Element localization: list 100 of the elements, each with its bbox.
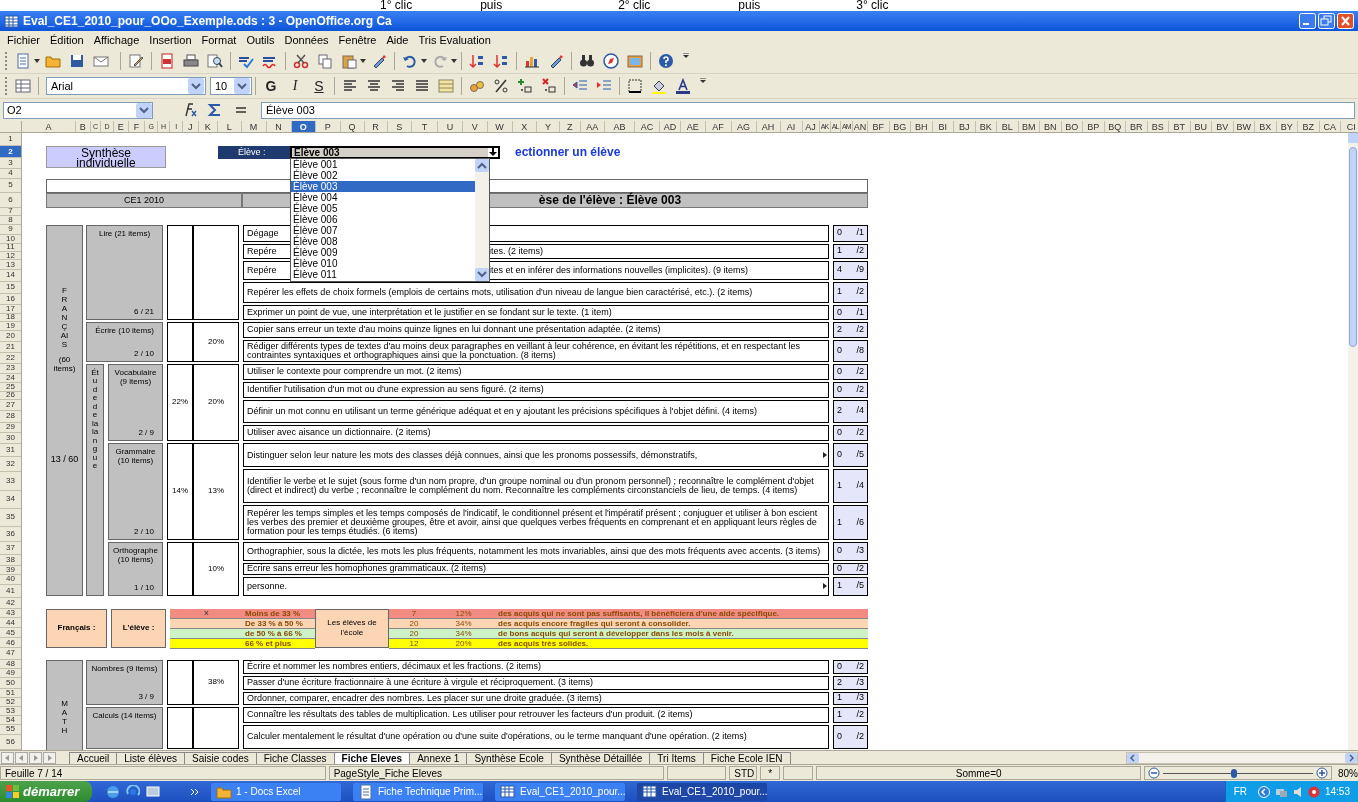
row-header[interactable]: 19 bbox=[0, 322, 21, 331]
dropdown-option[interactable]: Élève 006 bbox=[291, 214, 475, 225]
font-color-icon[interactable] bbox=[675, 78, 691, 94]
taskbar-window[interactable]: Eval_CE1_2010_pour... bbox=[495, 782, 625, 801]
background-color-icon[interactable] bbox=[651, 78, 667, 94]
column-header[interactable]: BI bbox=[932, 121, 954, 132]
column-header[interactable]: R bbox=[364, 121, 388, 132]
caret-icon[interactable] bbox=[450, 57, 458, 65]
menu-item[interactable]: Affichage bbox=[88, 31, 145, 49]
percent-icon[interactable] bbox=[493, 78, 509, 94]
column-header[interactable]: BF bbox=[868, 121, 890, 132]
dropdown-option[interactable]: Élève 008 bbox=[291, 236, 475, 247]
row-header[interactable]: 31 bbox=[0, 443, 21, 457]
menu-item[interactable]: Aide bbox=[381, 31, 414, 49]
zoom-slider-thumb[interactable] bbox=[1230, 768, 1237, 778]
column-header[interactable]: E bbox=[113, 121, 129, 132]
scroll-up-icon[interactable] bbox=[475, 159, 489, 172]
row-header[interactable]: 5 bbox=[0, 178, 21, 193]
formula-input[interactable]: Élève 003 bbox=[261, 101, 1355, 119]
column-header[interactable]: AA bbox=[580, 121, 605, 132]
column-header[interactable]: B bbox=[76, 121, 91, 132]
sheet-tab[interactable]: Saisie codes bbox=[184, 751, 257, 765]
align-center-icon[interactable] bbox=[366, 78, 382, 94]
scroll-left-icon[interactable] bbox=[1127, 752, 1139, 763]
minimize-button[interactable] bbox=[1299, 13, 1316, 29]
row-header[interactable]: 33 bbox=[0, 472, 21, 491]
row-header[interactable]: 45 bbox=[0, 628, 21, 638]
font-size-field[interactable]: 10 bbox=[210, 77, 252, 95]
taskbar-window[interactable]: Fiche Technique Prim... bbox=[353, 782, 483, 801]
column-header[interactable]: AJ bbox=[802, 121, 820, 132]
column-header[interactable]: BK bbox=[975, 121, 997, 132]
dropdown-arrow-icon[interactable] bbox=[488, 148, 498, 157]
dropdown-option[interactable]: Élève 009 bbox=[291, 247, 475, 258]
vertical-scrollbar[interactable] bbox=[1348, 133, 1358, 750]
row-header[interactable]: 50 bbox=[0, 678, 21, 689]
column-header[interactable]: BX bbox=[1255, 121, 1277, 132]
row-header[interactable]: 54 bbox=[0, 715, 21, 725]
caret-icon[interactable] bbox=[420, 57, 428, 65]
row-header[interactable]: 36 bbox=[0, 526, 21, 542]
column-header[interactable]: BH bbox=[911, 121, 933, 132]
row-header[interactable]: 13 bbox=[0, 260, 21, 270]
currency-icon[interactable] bbox=[469, 78, 485, 94]
sheet-tab[interactable]: Annexe 1 bbox=[409, 751, 468, 765]
row-header[interactable]: 6 bbox=[0, 193, 21, 208]
messenger-icon[interactable] bbox=[1307, 785, 1320, 798]
row-header[interactable]: 51 bbox=[0, 688, 21, 698]
column-header[interactable]: AN bbox=[853, 121, 868, 132]
edit-file-icon[interactable] bbox=[128, 53, 144, 69]
column-header[interactable]: K bbox=[198, 121, 218, 132]
page-preview-icon[interactable] bbox=[207, 53, 223, 69]
navigator-icon[interactable] bbox=[603, 53, 619, 69]
row-header[interactable]: 35 bbox=[0, 508, 21, 527]
sheet-tab[interactable]: Synthèse Ecole bbox=[466, 751, 552, 765]
column-header[interactable]: U bbox=[438, 121, 463, 132]
sort-ascending-icon[interactable] bbox=[469, 53, 485, 69]
dropdown-option[interactable]: Élève 002 bbox=[291, 170, 475, 181]
email-icon[interactable] bbox=[93, 53, 109, 69]
row-header[interactable]: 25 bbox=[0, 382, 21, 392]
row-header[interactable]: 40 bbox=[0, 574, 21, 585]
column-header[interactable]: BM bbox=[1018, 121, 1040, 132]
cell-reference-field[interactable]: O2 bbox=[3, 101, 153, 119]
print-icon[interactable] bbox=[183, 53, 199, 69]
row-header[interactable]: 49 bbox=[0, 669, 21, 678]
sheet-tab[interactable]: Fiche Eleves bbox=[333, 751, 411, 765]
sheet-tab[interactable]: Liste élèves bbox=[116, 751, 186, 765]
column-header[interactable]: CI bbox=[1341, 121, 1358, 132]
row-header[interactable]: 26 bbox=[0, 391, 21, 400]
row-header[interactable]: 18 bbox=[0, 313, 21, 322]
column-header[interactable]: T bbox=[412, 121, 438, 132]
menu-item[interactable]: Édition bbox=[45, 31, 89, 49]
start-button[interactable]: démarrer bbox=[0, 781, 92, 802]
row-header[interactable]: 2 bbox=[0, 146, 21, 158]
sort-descending-icon[interactable] bbox=[493, 53, 509, 69]
save-icon[interactable] bbox=[69, 53, 85, 69]
draw-icon[interactable] bbox=[548, 53, 564, 69]
row-header[interactable]: 8 bbox=[0, 216, 21, 225]
column-header[interactable]: BO bbox=[1061, 121, 1083, 132]
caret-icon[interactable] bbox=[33, 57, 41, 65]
column-header[interactable]: Y bbox=[537, 121, 560, 132]
row-header[interactable]: 34 bbox=[0, 490, 21, 509]
add-decimal-icon[interactable] bbox=[517, 78, 533, 94]
undo-icon[interactable] bbox=[402, 53, 418, 69]
row-header[interactable]: 23 bbox=[0, 364, 21, 374]
row-header[interactable]: 41 bbox=[0, 585, 21, 598]
column-header[interactable]: M bbox=[241, 121, 267, 132]
row-header[interactable]: 3 bbox=[0, 158, 21, 169]
column-header[interactable]: BQ bbox=[1104, 121, 1126, 132]
horizontal-scrollbar[interactable] bbox=[1126, 751, 1358, 764]
align-left-icon[interactable] bbox=[342, 78, 358, 94]
row-header[interactable]: 39 bbox=[0, 565, 21, 575]
row-header[interactable]: 47 bbox=[0, 648, 21, 660]
column-header[interactable]: BN bbox=[1040, 121, 1062, 132]
zoom-in-icon[interactable] bbox=[1316, 767, 1328, 779]
sheet-tab[interactable]: Fiche Classes bbox=[255, 751, 335, 765]
dropdown-option[interactable]: Élève 007 bbox=[291, 225, 475, 236]
menu-item[interactable]: Format bbox=[196, 31, 242, 49]
text-style-button[interactable]: I bbox=[285, 76, 305, 96]
column-header[interactable]: AD bbox=[660, 121, 681, 132]
menu-item[interactable]: Insertion bbox=[144, 31, 197, 49]
row-header[interactable]: 43 bbox=[0, 608, 21, 618]
